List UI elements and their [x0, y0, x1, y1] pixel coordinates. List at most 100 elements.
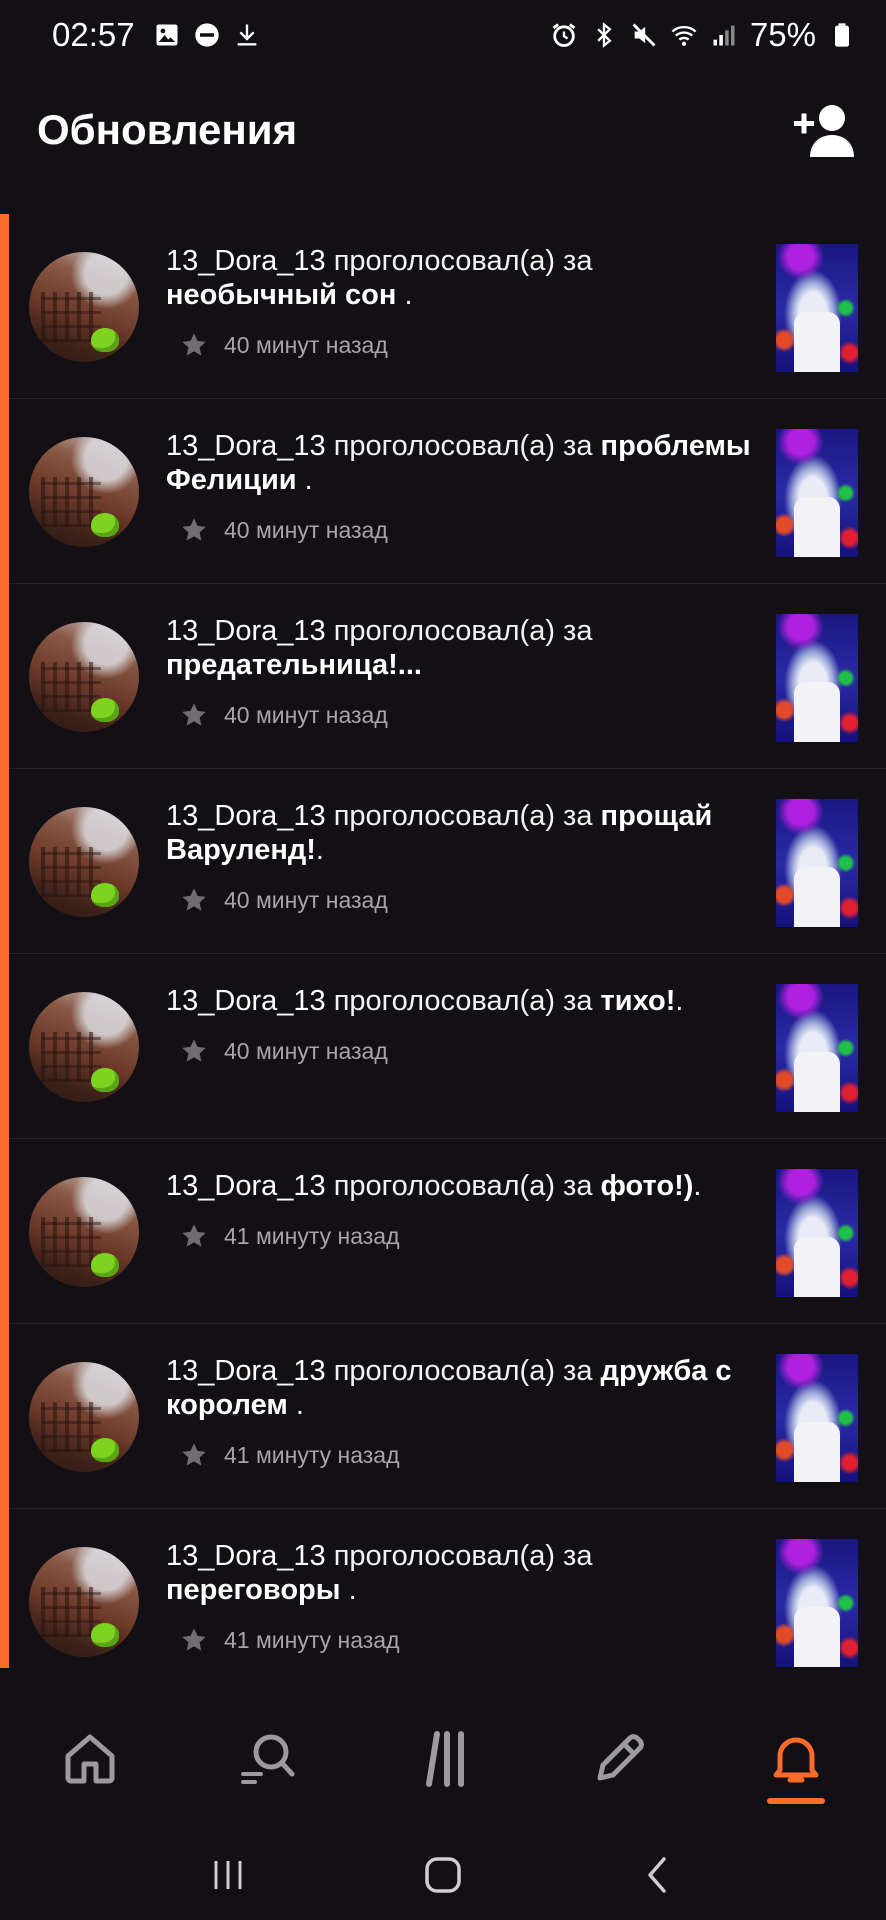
avatar[interactable]	[29, 252, 139, 362]
updates-feed[interactable]: 13_Dora_13 проголосовал(а) за необычный …	[0, 214, 886, 1668]
action-text: проголосовал(а) за	[325, 1540, 593, 1572]
time-ago: 40 минут назад	[224, 1038, 388, 1064]
item-text: 13_Dora_13 проголосовал(а) за дружба с к…	[166, 1354, 756, 1472]
signal-icon	[710, 21, 738, 49]
story-title[interactable]: тихо!	[601, 985, 676, 1017]
story-cover[interactable]	[776, 614, 858, 742]
time-ago: 41 минуту назад	[224, 1223, 400, 1249]
star-icon	[180, 1222, 208, 1250]
home-button-icon	[425, 1857, 461, 1893]
nav-notifications[interactable]	[746, 1728, 846, 1818]
story-title[interactable]: фото!)	[601, 1170, 694, 1202]
add-user-button[interactable]	[792, 101, 858, 159]
user-name[interactable]: 13_Dora_13	[166, 800, 326, 832]
page-title: Обновления	[37, 106, 298, 153]
avatar[interactable]	[29, 807, 139, 917]
story-title[interactable]: необычный сон	[166, 279, 396, 311]
item-meta: 40 минут назад	[180, 513, 756, 547]
action-text: проголосовал(а) за	[325, 245, 593, 277]
story-cover[interactable]	[776, 429, 858, 557]
wifi-icon	[670, 21, 698, 49]
story-cover[interactable]	[776, 244, 858, 372]
avatar[interactable]	[29, 1547, 139, 1657]
item-text: 13_Dora_13 проголосовал(а) за тихо!. 40 …	[166, 984, 756, 1068]
action-text: проголосовал(а) за	[325, 985, 601, 1017]
user-name[interactable]: 13_Dora_13	[166, 1170, 326, 1202]
user-name[interactable]: 13_Dora_13	[166, 615, 326, 647]
write-icon	[597, 1734, 644, 1781]
recent-apps-button[interactable]	[198, 1845, 258, 1905]
time-ago: 40 минут назад	[224, 332, 388, 358]
avatar-badge	[91, 1623, 119, 1647]
battery-level: 75%	[749, 16, 816, 53]
story-cover[interactable]	[776, 799, 858, 927]
star-icon	[180, 886, 208, 914]
avatar-badge	[91, 328, 119, 352]
star-icon	[180, 1441, 208, 1469]
suffix-text: .	[340, 1574, 357, 1606]
suffix-text: .	[296, 464, 313, 496]
item-meta: 41 минуту назад	[180, 1219, 756, 1253]
feed-item[interactable]: 13_Dora_13 проголосовал(а) за переговоры…	[9, 1509, 886, 1668]
story-cover[interactable]	[776, 1539, 858, 1667]
status-bar: 02:57 75%	[0, 0, 886, 70]
library-icon	[426, 1731, 464, 1787]
feed-item[interactable]: 13_Dora_13 проголосовал(а) за прощай Вар…	[9, 769, 886, 954]
user-name[interactable]: 13_Dora_13	[166, 985, 326, 1017]
suffix-text: .	[675, 985, 684, 1017]
status-time: 02:57	[52, 16, 135, 53]
time-ago: 40 минут назад	[224, 517, 388, 543]
status-right: 75%	[550, 16, 856, 54]
nav-write[interactable]	[570, 1728, 670, 1818]
feed-item[interactable]: 13_Dora_13 проголосовал(а) за предательн…	[9, 584, 886, 769]
app-header: Обновления	[0, 90, 886, 170]
user-name[interactable]: 13_Dora_13	[166, 430, 326, 462]
system-home-button[interactable]	[413, 1845, 473, 1905]
user-name[interactable]: 13_Dora_13	[166, 1355, 326, 1387]
story-cover[interactable]	[776, 984, 858, 1112]
star-icon	[180, 331, 208, 359]
item-text: 13_Dora_13 проголосовал(а) за предательн…	[166, 614, 756, 732]
battery-icon	[828, 21, 856, 49]
avatar[interactable]	[29, 1362, 139, 1472]
item-meta: 40 минут назад	[180, 1034, 756, 1068]
feed-item[interactable]: 13_Dora_13 проголосовал(а) за дружба с к…	[9, 1324, 886, 1509]
story-cover[interactable]	[776, 1169, 858, 1297]
avatar[interactable]	[29, 437, 139, 547]
avatar[interactable]	[29, 622, 139, 732]
action-text: проголосовал(а) за	[325, 800, 601, 832]
mute-icon	[630, 21, 658, 49]
avatar[interactable]	[29, 1177, 139, 1287]
bluetooth-icon	[590, 21, 618, 49]
item-meta: 40 минут назад	[180, 698, 756, 732]
nav-search[interactable]	[217, 1728, 317, 1818]
nav-home[interactable]	[40, 1728, 140, 1818]
item-text: 13_Dora_13 проголосовал(а) за переговоры…	[166, 1539, 756, 1657]
home-icon	[65, 1734, 115, 1784]
feed-item[interactable]: 13_Dora_13 проголосовал(а) за необычный …	[9, 214, 886, 399]
image-icon	[153, 21, 181, 49]
star-icon	[180, 516, 208, 544]
item-text: 13_Dora_13 проголосовал(а) за фото!). 41…	[166, 1169, 756, 1253]
feed-item[interactable]: 13_Dora_13 проголосовал(а) за фото!). 41…	[9, 1139, 886, 1324]
story-title[interactable]: переговоры	[166, 1574, 341, 1606]
user-name[interactable]: 13_Dora_13	[166, 245, 326, 277]
download-icon	[233, 21, 261, 49]
notifications-icon	[773, 1737, 819, 1783]
nav-library[interactable]	[393, 1728, 493, 1818]
back-button[interactable]	[628, 1845, 688, 1905]
avatar-badge	[91, 698, 119, 722]
action-text: проголосовал(а) за	[325, 1170, 601, 1202]
story-cover[interactable]	[776, 1354, 858, 1482]
avatar[interactable]	[29, 992, 139, 1102]
avatar-badge	[91, 513, 119, 537]
suffix-text: .	[315, 834, 324, 866]
story-title[interactable]: предательница!...	[166, 649, 422, 681]
feed-item[interactable]: 13_Dora_13 проголосовал(а) за проблемы Ф…	[9, 399, 886, 584]
avatar-badge	[91, 1253, 119, 1277]
recent-apps-icon	[214, 1861, 242, 1889]
feed-item[interactable]: 13_Dora_13 проголосовал(а) за тихо!. 40 …	[9, 954, 886, 1139]
time-ago: 41 минуту назад	[224, 1442, 400, 1468]
avatar-badge	[91, 1068, 119, 1092]
user-name[interactable]: 13_Dora_13	[166, 1540, 326, 1572]
